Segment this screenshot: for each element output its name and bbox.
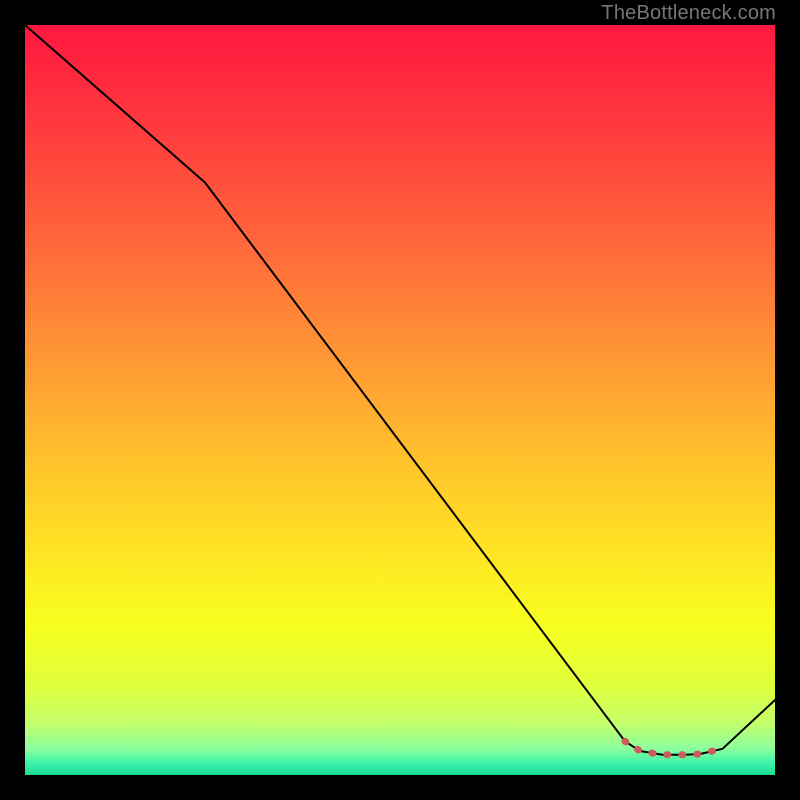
gradient-background [25,25,775,775]
bottleneck-chart [25,25,775,775]
attribution-text: TheBottleneck.com [601,2,776,25]
chart-frame: TheBottleneck.com [0,0,800,800]
